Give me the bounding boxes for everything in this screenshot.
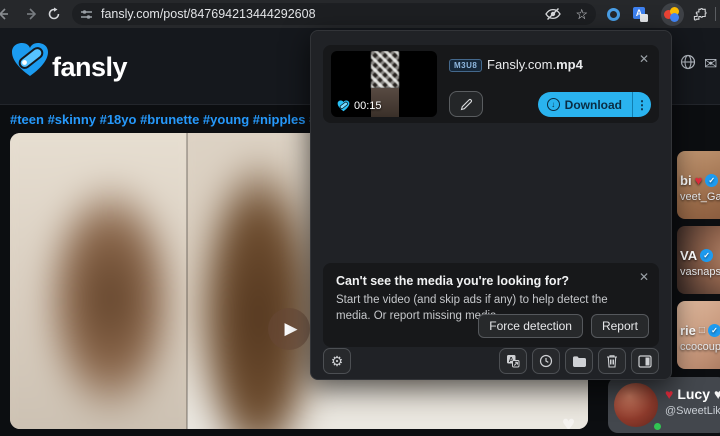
dots-vertical-icon: ⋮ xyxy=(636,97,648,112)
creator-handle: veet_Gab... xyxy=(680,191,720,203)
suggestion-card[interactable]: rie□✓ ccocoup... xyxy=(677,301,720,369)
suggestion-card[interactable]: VA ✓ vasnaps xyxy=(677,226,720,294)
forward-icon[interactable] xyxy=(22,4,42,24)
online-status-dot xyxy=(652,421,663,432)
back-icon[interactable] xyxy=(0,4,13,24)
trash-icon xyxy=(607,355,617,368)
play-icon: ▶ xyxy=(284,319,298,338)
gear-icon: ⚙ xyxy=(330,353,344,369)
close-icon[interactable]: ✕ xyxy=(639,271,649,283)
report-button[interactable]: Report xyxy=(590,314,649,338)
video-thumbnail[interactable]: 00:15 xyxy=(331,51,437,117)
extension-popup: 00:15 M3U8 Fansly.com.mp4 ✕ ↓ Download ⋮… xyxy=(310,30,672,380)
heart-icon: ♥ xyxy=(665,386,674,402)
eye-off-icon[interactable] xyxy=(545,7,562,21)
video-duration: 00:15 xyxy=(354,100,382,112)
creator-name: rie xyxy=(680,323,696,338)
fansly-logo-icon[interactable] xyxy=(10,42,50,78)
reload-icon[interactable] xyxy=(44,4,64,24)
missing-media-notice: Can't see the media you're looking for? … xyxy=(323,263,659,347)
verified-icon: ✓ xyxy=(705,174,719,187)
settings-button[interactable]: ⚙ xyxy=(323,348,351,374)
bookmark-star-icon[interactable]: ☆ xyxy=(575,6,588,23)
download-label: Download xyxy=(564,97,622,112)
brand-wordmark[interactable]: fansly xyxy=(52,52,128,83)
suggestion-card[interactable]: bi♥✓ veet_Gab... xyxy=(677,151,720,219)
like-heart-icon[interactable]: ♥ xyxy=(562,411,575,429)
creator-handle: ccocoup... xyxy=(680,341,720,353)
media-pane-blurred xyxy=(10,133,187,429)
media-convert-icon: A xyxy=(507,355,520,368)
notice-title: Can't see the media you're looking for? xyxy=(336,274,570,288)
rename-button[interactable] xyxy=(449,91,483,117)
heart-icon: ♥ xyxy=(694,173,703,188)
side-panel-button[interactable] xyxy=(631,348,659,374)
clear-list-button[interactable] xyxy=(598,348,626,374)
history-button[interactable] xyxy=(532,348,560,374)
play-button[interactable]: ▶ xyxy=(268,308,310,350)
screen: fansly.com/post/847694213444292608 ☆ A f… xyxy=(0,0,720,436)
media-filename: Fansly.com.mp4 xyxy=(487,57,583,72)
extensions-area: A xyxy=(607,0,720,28)
popup-toolbar: ⚙ A xyxy=(323,348,659,374)
globe-icon[interactable] xyxy=(680,54,696,70)
circle-extension-icon[interactable] xyxy=(607,7,620,21)
pattern-area xyxy=(371,51,399,88)
toolbar-divider xyxy=(715,7,716,21)
downloads-folder-button[interactable] xyxy=(565,348,593,374)
video-downloader-extension-icon[interactable] xyxy=(661,2,684,26)
browser-toolbar: fansly.com/post/847694213444292608 ☆ A xyxy=(0,0,720,28)
url-text[interactable]: fansly.com/post/847694213444292608 xyxy=(101,7,316,21)
creator-name: VA xyxy=(680,248,698,263)
creator-name: bi xyxy=(680,173,692,188)
puzzle-extensions-icon[interactable] xyxy=(692,6,709,23)
logo-dot-blue xyxy=(670,12,679,22)
site-settings-icon[interactable] xyxy=(80,8,93,21)
download-button[interactable]: ↓ Download xyxy=(537,92,632,117)
download-arrow-icon: ↓ xyxy=(546,98,560,111)
verified-icon: ✓ xyxy=(700,249,714,262)
folder-icon xyxy=(572,355,586,367)
convert-button[interactable]: A xyxy=(499,348,527,374)
translate-extension-icon[interactable]: A xyxy=(633,6,648,22)
messages-envelope-icon[interactable]: ✉ xyxy=(704,54,717,74)
format-badge: M3U8 xyxy=(449,59,483,72)
split-panel-icon xyxy=(638,354,652,368)
clock-icon xyxy=(539,354,553,368)
close-icon[interactable]: ✕ xyxy=(639,53,649,65)
creator-handle: vasnaps xyxy=(680,266,720,278)
address-bar[interactable]: fansly.com/post/847694213444292608 ☆ xyxy=(72,3,596,25)
box-glyph: □ xyxy=(698,325,705,336)
avatar xyxy=(614,383,663,432)
fansly-heart-icon xyxy=(337,100,350,112)
translate-overlay xyxy=(640,13,648,22)
chat-notification-card[interactable]: ♥Lucy♥ @SweetLike... xyxy=(608,377,720,433)
media-seam xyxy=(186,133,188,429)
chat-name: Lucy xyxy=(677,386,710,402)
chat-handle: @SweetLike... xyxy=(665,405,720,417)
verified-icon: ✓ xyxy=(707,324,720,337)
detected-media-card: 00:15 M3U8 Fansly.com.mp4 ✕ ↓ Download ⋮ xyxy=(323,45,659,123)
pencil-icon xyxy=(460,98,472,110)
heart-icon: ♥ xyxy=(714,386,720,402)
download-more-button[interactable]: ⋮ xyxy=(632,92,651,117)
force-detection-button[interactable]: Force detection xyxy=(478,314,583,338)
blurred-image xyxy=(10,133,187,429)
